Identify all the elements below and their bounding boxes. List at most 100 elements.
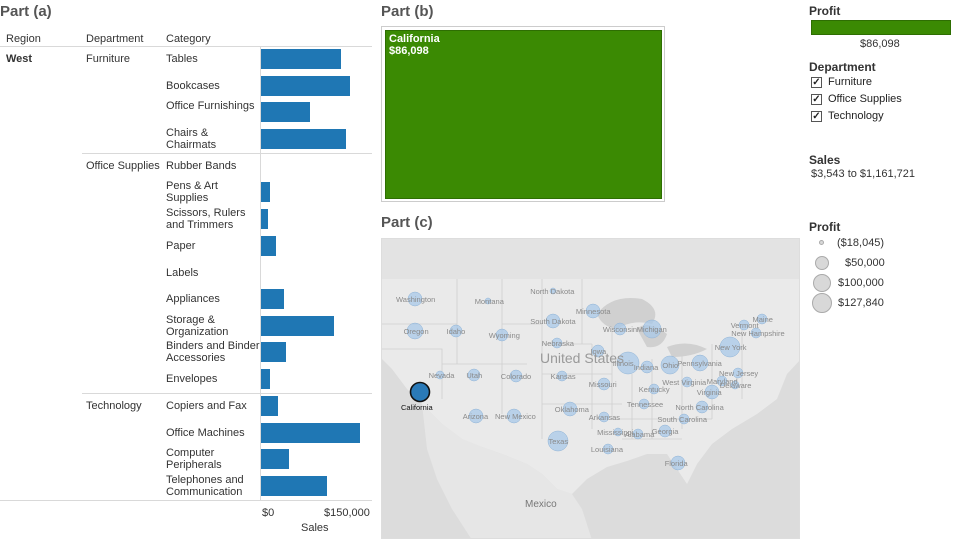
- state-label: Nebraska: [542, 339, 575, 348]
- department-label[interactable]: Furniture: [86, 53, 130, 65]
- state-label: Maine: [753, 315, 773, 324]
- category-label[interactable]: Office Furnishings: [166, 100, 260, 112]
- state-label: New Mexico: [495, 412, 536, 421]
- category-label[interactable]: Copiers and Fax: [166, 400, 260, 412]
- category-label[interactable]: Labels: [166, 267, 260, 279]
- profit-legend-title: Profit: [809, 4, 841, 18]
- state-label: Washington: [396, 295, 435, 304]
- country-label: United States: [540, 350, 624, 366]
- sales-bar[interactable]: [261, 49, 341, 69]
- sales-bar[interactable]: [261, 76, 351, 96]
- axis-tick: $150,000: [324, 507, 370, 519]
- size-legend-circle: [815, 256, 829, 270]
- axis-tick: $0: [262, 507, 275, 519]
- checkbox-checked-icon[interactable]: ✓: [811, 76, 822, 88]
- state-label: North Dakota: [530, 287, 575, 296]
- state-label: New Hampshire: [731, 329, 784, 338]
- department-header[interactable]: Department: [86, 33, 143, 45]
- neighbor-label: Mexico: [525, 499, 557, 510]
- profit-legend-value: $86,098: [860, 38, 900, 50]
- sales-bar[interactable]: [261, 423, 361, 443]
- category-label[interactable]: Envelopes: [166, 373, 260, 385]
- category-label[interactable]: Rubber Bands: [166, 160, 260, 172]
- category-label[interactable]: Pens & Art Supplies: [166, 180, 260, 204]
- state-label: Oregon: [404, 327, 429, 336]
- state-label: Wisconsin: [603, 325, 637, 334]
- state-label: Georgia: [652, 427, 680, 436]
- category-label[interactable]: Storage & Organization: [166, 314, 260, 338]
- category-label[interactable]: Computer Peripherals: [166, 447, 260, 471]
- category-header[interactable]: Category: [166, 33, 211, 45]
- sales-bar[interactable]: [261, 476, 328, 496]
- sales-bar[interactable]: [261, 129, 346, 149]
- part-c-title: Part (c): [381, 214, 433, 231]
- state-label: Alabama: [625, 430, 655, 439]
- checkbox-checked-icon[interactable]: ✓: [811, 93, 822, 105]
- size-legend-circle: [812, 293, 832, 313]
- state-label: Arizona: [463, 412, 489, 421]
- state-label: Kansas: [551, 372, 576, 381]
- sales-legend-title: Sales: [809, 153, 841, 167]
- size-legend-label: $100,000: [838, 277, 884, 289]
- state-label: Wyoming: [489, 331, 520, 340]
- sales-bar[interactable]: [261, 369, 271, 389]
- state-label: Arkansas: [589, 413, 621, 422]
- state-label: New York: [715, 343, 747, 352]
- filter-label: Furniture: [828, 76, 873, 88]
- size-legend-circle: [819, 240, 824, 245]
- axis-label: Sales: [301, 522, 329, 534]
- sales-bar[interactable]: [261, 289, 285, 309]
- state-label: Pennsylvania: [677, 359, 722, 368]
- filter-technology[interactable]: ✓ Technology: [811, 110, 884, 122]
- state-label: South Dakota: [530, 317, 576, 326]
- category-label[interactable]: Scissors, Rulers and Trimmers: [166, 207, 260, 231]
- state-label: Louisiana: [591, 445, 624, 454]
- profit-color-bar[interactable]: [811, 20, 951, 35]
- treemap-state-label: California: [389, 33, 440, 45]
- category-label[interactable]: Bookcases: [166, 80, 260, 92]
- sales-bar[interactable]: [261, 316, 335, 336]
- region-header[interactable]: Region: [6, 33, 41, 45]
- category-label[interactable]: Telephones and Communication: [166, 474, 260, 498]
- sales-bar[interactable]: [261, 342, 286, 362]
- filter-furniture[interactable]: ✓ Furniture: [811, 76, 872, 88]
- sales-bar[interactable]: [261, 449, 289, 469]
- state-label: Colorado: [501, 372, 531, 381]
- state-label: Texas: [549, 437, 569, 446]
- size-legend-circle: [813, 274, 831, 292]
- category-label[interactable]: Appliances: [166, 293, 260, 305]
- department-legend-title: Department: [809, 60, 876, 74]
- size-legend-label: $50,000: [845, 257, 885, 269]
- treemap-value-label: $86,098: [389, 45, 429, 57]
- sales-bar[interactable]: [261, 396, 279, 416]
- selected-state-label: California: [401, 403, 434, 412]
- category-label[interactable]: Chairs & Chairmats: [166, 127, 260, 151]
- state-label: Minnesota: [576, 307, 611, 316]
- size-legend-label: $127,840: [838, 297, 884, 309]
- size-legend-title: Profit: [809, 220, 841, 234]
- department-label[interactable]: Technology: [86, 400, 142, 412]
- part-a-title: Part (a): [0, 3, 52, 20]
- sales-bar[interactable]: [261, 236, 277, 256]
- category-label[interactable]: Office Machines: [166, 427, 260, 439]
- sales-bar[interactable]: [261, 102, 311, 122]
- category-label[interactable]: Binders and Binder Accessories: [166, 340, 260, 364]
- category-label[interactable]: Tables: [166, 53, 260, 65]
- checkbox-checked-icon[interactable]: ✓: [811, 110, 822, 122]
- region-label[interactable]: West: [6, 53, 32, 65]
- category-label[interactable]: Paper: [166, 240, 260, 252]
- dept-divider: [82, 153, 372, 154]
- state-label: Indiana: [634, 363, 659, 372]
- california-marker[interactable]: [409, 381, 431, 403]
- state-label: Ohio: [662, 361, 678, 370]
- filter-label: Office Supplies: [828, 93, 902, 105]
- treemap-tile-california[interactable]: California $86,098: [385, 30, 662, 199]
- map[interactable]: Washington Oregon Idaho Montana North Dakota…: [381, 238, 800, 539]
- state-label: Virginia: [697, 388, 723, 397]
- state-label: Missouri: [589, 380, 617, 389]
- part-b-title: Part (b): [381, 3, 434, 20]
- sales-bar[interactable]: [261, 182, 271, 202]
- sales-bar[interactable]: [261, 209, 269, 229]
- filter-office-supplies[interactable]: ✓ Office Supplies: [811, 93, 902, 105]
- department-label[interactable]: Office Supplies: [86, 160, 160, 172]
